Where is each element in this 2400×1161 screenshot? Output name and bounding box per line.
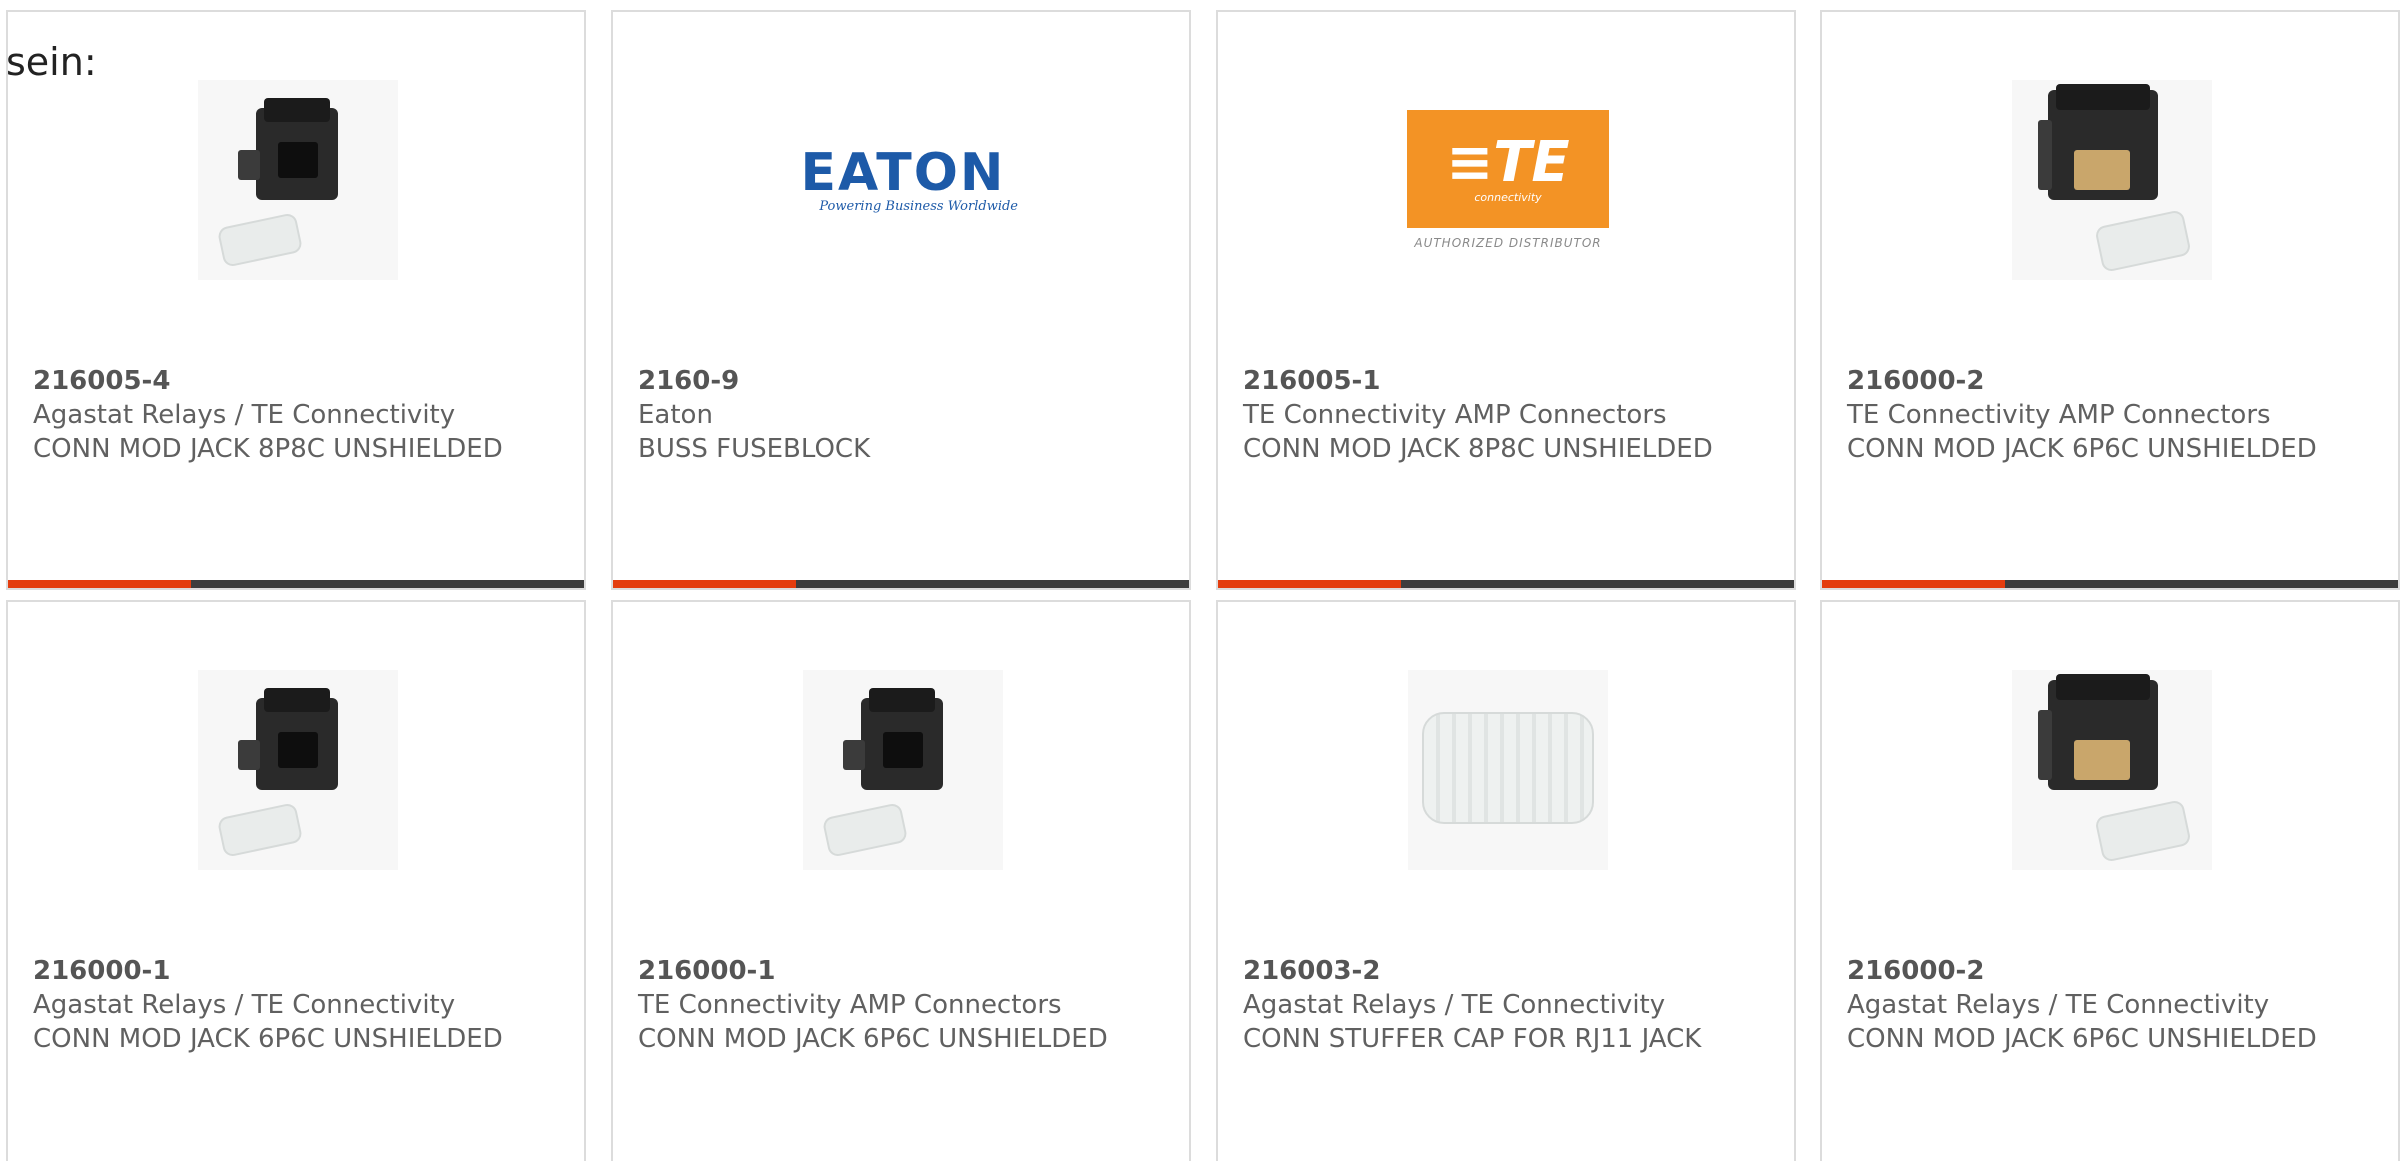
stuffer-cap-icon [1408,670,1608,870]
product-image [1408,670,1608,870]
part-number[interactable]: 216005-4 [33,364,564,398]
product-image [198,670,398,870]
product-card[interactable]: 216000-2 Agastat Relays / TE Connectivit… [1820,600,2400,1161]
te-logo-sub: connectivity [1474,190,1542,204]
card-footer-bar [1218,580,1794,588]
product-grid: 216005-4 Agastat Relays / TE Connectivit… [0,0,2400,1161]
product-info: 216000-1 TE Connectivity AMP Connectors … [638,954,1169,1056]
manufacturer: TE Connectivity AMP Connectors [1847,400,2271,430]
manufacturer: Agastat Relays / TE Connectivity [1847,990,2270,1020]
part-number[interactable]: 2160-9 [638,364,1169,398]
eaton-logo-tagline: Powering Business Worldwide [819,198,1018,214]
manufacturer: Agastat Relays / TE Connectivity [33,400,456,430]
description: BUSS FUSEBLOCK [638,434,871,464]
description: CONN MOD JACK 8P8C UNSHIELDED [33,434,503,464]
product-card[interactable]: EATON Powering Business Worldwide 2160-9… [611,10,1191,590]
product-card[interactable]: 216003-2 Agastat Relays / TE Connectivit… [1216,600,1796,1161]
product-info: 216000-2 TE Connectivity AMP Connectors … [1847,364,2378,466]
card-footer-bar [1822,580,2398,588]
intro-text: sein: [6,40,97,84]
product-image [2012,670,2212,870]
part-number[interactable]: 216000-2 [1847,954,2378,988]
modular-jack-icon [803,670,1003,870]
part-number[interactable]: 216003-2 [1243,954,1774,988]
part-number[interactable]: 216005-1 [1243,364,1774,398]
manufacturer: Agastat Relays / TE Connectivity [1243,990,1666,1020]
product-card[interactable]: 216000-1 TE Connectivity AMP Connectors … [611,600,1191,1161]
part-number[interactable]: 216000-1 [33,954,564,988]
product-info: 2160-9 Eaton BUSS FUSEBLOCK [638,364,1169,466]
te-logo-mark: ≡TE [1446,129,1570,195]
card-footer-bar [8,580,584,588]
card-footer-bar [613,580,1189,588]
product-card[interactable]: 216005-4 Agastat Relays / TE Connectivit… [6,10,586,590]
product-info: 216000-2 Agastat Relays / TE Connectivit… [1847,954,2378,1056]
modular-jack-pins-icon [2012,80,2212,280]
manufacturer: Eaton [638,400,713,430]
product-image [2012,80,2212,280]
part-number[interactable]: 216000-2 [1847,364,2378,398]
eaton-logo-word: EATON [800,142,1006,203]
product-image [803,670,1003,870]
manufacturer: TE Connectivity AMP Connectors [638,990,1062,1020]
product-info: 216000-1 Agastat Relays / TE Connectivit… [33,954,564,1056]
product-info: 216005-4 Agastat Relays / TE Connectivit… [33,364,564,466]
description: CONN STUFFER CAP FOR RJ11 JACK [1243,1024,1702,1054]
manufacturer: Agastat Relays / TE Connectivity [33,990,456,1020]
product-image: ≡TE connectivity AUTHORIZED DISTRIBUTOR [1406,80,1610,280]
product-info: 216003-2 Agastat Relays / TE Connectivit… [1243,954,1774,1056]
modular-jack-icon [198,670,398,870]
product-card[interactable]: 216000-1 Agastat Relays / TE Connectivit… [6,600,586,1161]
description: CONN MOD JACK 6P6C UNSHIELDED [638,1024,1108,1054]
description: CONN MOD JACK 6P6C UNSHIELDED [1847,1024,2317,1054]
description: CONN MOD JACK 6P6C UNSHIELDED [1847,434,2317,464]
te-logo: ≡TE connectivity AUTHORIZED DISTRIBUTOR [1407,110,1609,250]
modular-jack-icon [198,80,398,280]
product-info: 216005-1 TE Connectivity AMP Connectors … [1243,364,1774,466]
product-card[interactable]: 216000-2 TE Connectivity AMP Connectors … [1820,10,2400,590]
authorized-distributor-label: AUTHORIZED DISTRIBUTOR [1414,236,1602,250]
description: CONN MOD JACK 8P8C UNSHIELDED [1243,434,1713,464]
part-number[interactable]: 216000-1 [638,954,1169,988]
product-image [198,80,398,280]
description: CONN MOD JACK 6P6C UNSHIELDED [33,1024,503,1054]
manufacturer: TE Connectivity AMP Connectors [1243,400,1667,430]
product-image: EATON Powering Business Worldwide [788,80,1018,280]
modular-jack-pins-icon [2012,670,2212,870]
eaton-logo: EATON Powering Business Worldwide [788,147,1018,214]
product-card[interactable]: ≡TE connectivity AUTHORIZED DISTRIBUTOR … [1216,10,1796,590]
